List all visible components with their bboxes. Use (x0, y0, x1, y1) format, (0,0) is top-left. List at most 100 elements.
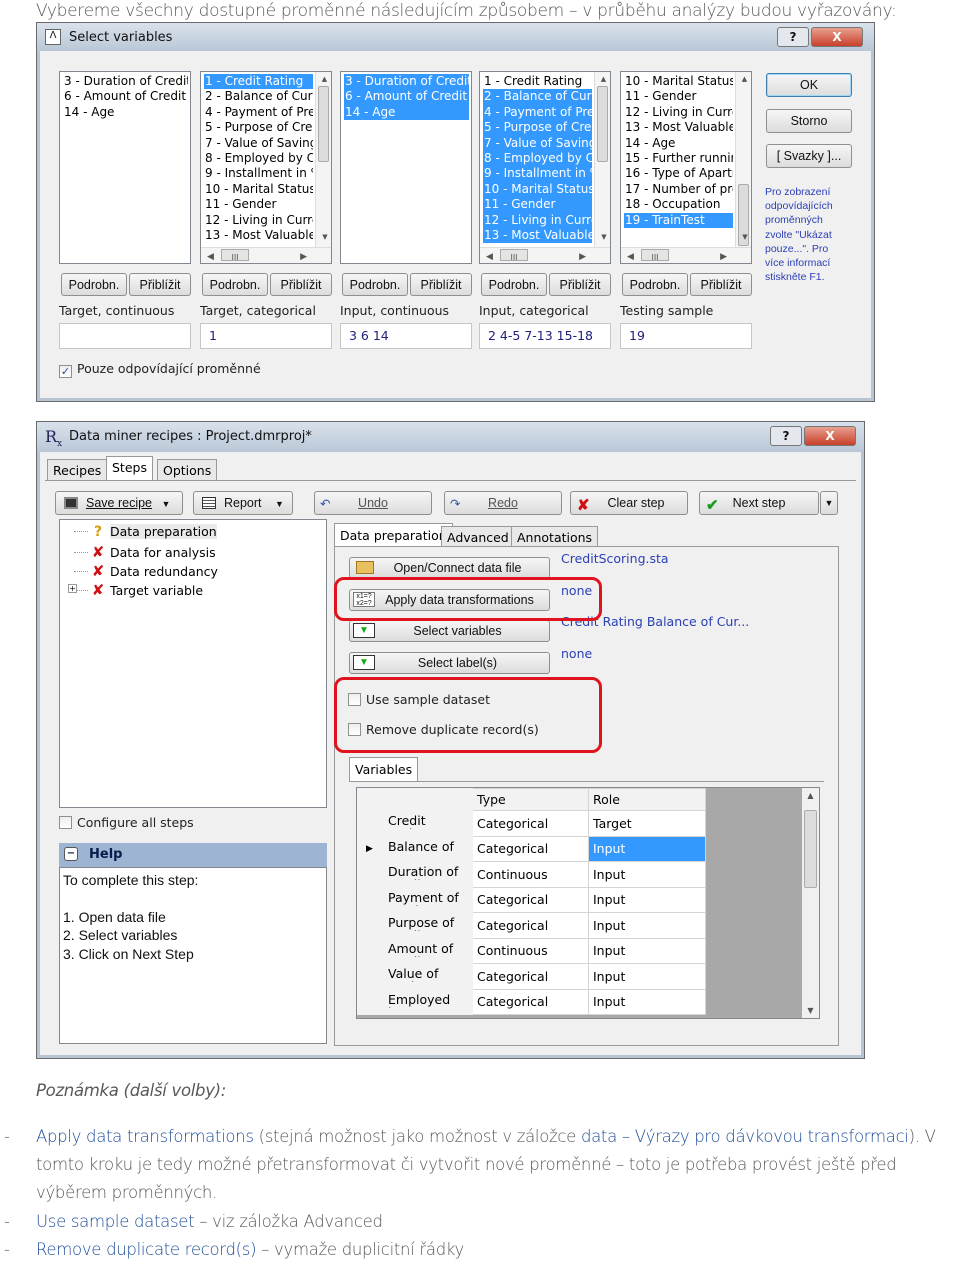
list-item[interactable]: 10 - Marital Status (483, 181, 592, 198)
horizontal-scrollbar[interactable]: ◀ III ▶ (201, 247, 331, 263)
variable-list[interactable]: 10 - Marital Status 11 - Gender 12 - Livin… (620, 71, 752, 264)
role-cell[interactable]: Input (588, 886, 706, 913)
details-button[interactable]: Podrobn. (202, 273, 268, 296)
tree-item[interactable]: ? Data preparation (70, 524, 217, 540)
configure-all-checkbox[interactable]: Configure all steps (59, 815, 194, 830)
list-item[interactable]: 1 - Credit Rating (483, 74, 592, 89)
type-cell[interactable]: Categorical (472, 835, 589, 862)
list-item[interactable]: 10 - Marital Status (204, 182, 313, 197)
field-input[interactable]: 1 (200, 323, 332, 349)
table-row[interactable]: ▶ Balance of Current CategoricalInput (357, 835, 706, 862)
close-button[interactable]: X (811, 27, 863, 47)
list-item[interactable]: 7 - Value of Savings (204, 136, 313, 151)
list-item[interactable]: 15 - Further running (624, 151, 733, 166)
scroll-thumb[interactable]: III (500, 249, 528, 262)
list-item[interactable]: 2 - Balance of Curre (204, 89, 313, 104)
type-cell[interactable]: Categorical (472, 810, 589, 837)
field-input[interactable]: 19 (620, 323, 752, 349)
type-cell[interactable]: Continuous (472, 861, 589, 888)
type-cell[interactable]: Categorical (472, 963, 589, 990)
scroll-down-icon[interactable]: ▼ (317, 230, 331, 245)
role-cell[interactable]: Target (588, 810, 706, 837)
list-item[interactable]: 5 - Purpose of Cred (483, 120, 592, 136)
clear-step-button[interactable]: ✘ Clear step (570, 491, 688, 515)
redo-button[interactable]: ↷ Redo (444, 491, 562, 515)
ok-button[interactable]: OK (766, 73, 852, 97)
field-input[interactable]: 3 6 14 (340, 323, 472, 349)
role-cell[interactable]: Input (588, 835, 706, 862)
list-item[interactable]: 3 - Duration of Credit (63, 74, 188, 89)
horizontal-scrollbar[interactable]: ◀ III ▶ (621, 247, 751, 263)
tab-recipes[interactable]: Recipes (47, 459, 108, 481)
list-item[interactable]: 11 - Gender (204, 197, 313, 212)
table-row[interactable]: Purpose of Credit CategoricalInput (357, 912, 706, 939)
list-item[interactable]: 11 - Gender (624, 89, 733, 104)
details-button[interactable]: Podrobn. (622, 273, 688, 296)
scroll-up-icon[interactable]: ▲ (802, 791, 819, 800)
column-header[interactable]: Role (588, 788, 706, 811)
subtab-data-preparation[interactable]: Data preparation (334, 523, 453, 547)
scroll-right-icon[interactable]: ▶ (579, 250, 586, 263)
zoom-button[interactable]: Přiblížit (129, 273, 191, 296)
scroll-down-icon[interactable]: ▼ (802, 1006, 819, 1015)
list-item[interactable]: 8 - Employed by Cu (483, 151, 592, 167)
grid-scrollbar[interactable]: ▲ ▼ (802, 788, 819, 1018)
details-button[interactable]: Podrobn. (61, 273, 127, 296)
zoom-button[interactable]: Přiblížit (410, 273, 472, 296)
details-button[interactable]: Podrobn. (481, 273, 547, 296)
table-row[interactable]: Credit Rating CategoricalTarget (357, 810, 706, 837)
action-button-2[interactable]: ▼ Select variables (349, 620, 550, 642)
field-input[interactable]: 2 4-5 7-13 15-18 (479, 323, 611, 349)
list-item[interactable]: 19 - TrainTest (624, 212, 733, 229)
list-item[interactable]: 17 - Number of pre (624, 182, 733, 197)
vertical-scrollbar[interactable]: ▲ ▼ (315, 72, 331, 247)
table-row[interactable]: Duration of Credit ContinuousInput (357, 861, 706, 888)
action-button-0[interactable]: Open/Connect data file (349, 557, 550, 579)
scroll-left-icon[interactable]: ◀ (207, 250, 214, 263)
list-item[interactable]: 11 - Gender (483, 197, 592, 213)
tab-variables[interactable]: Variables (349, 757, 419, 782)
scroll-down-icon[interactable]: ▼ (737, 230, 751, 245)
collapse-icon[interactable]: − (64, 847, 78, 861)
list-item[interactable]: 9 - Installment in % (483, 166, 592, 182)
type-cell[interactable]: Categorical (472, 988, 589, 1015)
role-cell[interactable]: Input (588, 937, 706, 964)
list-item[interactable]: 6 - Amount of Credit (63, 89, 188, 104)
scroll-up-icon[interactable]: ▲ (737, 72, 751, 87)
table-row[interactable]: Employed by Current CategoricalInput (357, 988, 706, 1015)
horizontal-scrollbar[interactable]: ◀ III ▶ (480, 247, 610, 263)
action-value[interactable]: CreditScoring.sta (561, 551, 669, 566)
role-cell[interactable]: Input (588, 912, 706, 939)
subtab-advanced[interactable]: Advanced (441, 526, 515, 547)
list-item[interactable]: 14 - Age (624, 136, 733, 151)
tree-item[interactable]: ✘ Data redundancy (70, 562, 218, 580)
help-header[interactable]: − Help (59, 843, 327, 867)
report-button[interactable]: Report ▼ (193, 491, 293, 515)
expand-icon[interactable]: + (68, 584, 77, 593)
list-item[interactable]: 9 - Installment in % (204, 166, 313, 181)
list-item[interactable]: 5 - Purpose of Cred (204, 120, 313, 135)
variable-list[interactable]: 3 - Duration of Credit 6 - Amount of Cred… (340, 71, 472, 264)
list-item[interactable]: 12 - Living in Curren (204, 213, 313, 228)
close-button[interactable]: X (804, 426, 856, 446)
scroll-thumb[interactable] (318, 86, 329, 162)
only-matching-checkbox[interactable]: ✓ Pouze odpovídající proměnné (59, 361, 261, 378)
scroll-thumb[interactable]: III (641, 249, 669, 262)
list-item[interactable]: 2 - Balance of Curre (483, 89, 592, 105)
tree-item[interactable]: + ✘ Target variable (68, 581, 203, 599)
undo-button[interactable]: ↶ Undo (314, 491, 432, 515)
subtab-annotations[interactable]: Annotations (511, 526, 599, 547)
bundles-button[interactable]: [ Svazky ]... (766, 144, 852, 168)
list-item[interactable]: 14 - Age (344, 104, 469, 121)
list-item[interactable]: 8 - Employed by Cu (204, 151, 313, 166)
scroll-thumb[interactable] (597, 86, 608, 162)
scroll-thumb[interactable]: III (221, 249, 249, 262)
scroll-left-icon[interactable]: ◀ (627, 250, 634, 263)
list-item[interactable]: 14 - Age (63, 105, 188, 120)
type-cell[interactable]: Categorical (472, 912, 589, 939)
list-item[interactable]: 18 - Occupation (624, 197, 733, 212)
field-input[interactable] (59, 323, 191, 349)
variable-list[interactable]: 3 - Duration of Credit 6 - Amount of Cred… (59, 71, 191, 264)
list-item[interactable]: 6 - Amount of Credit (344, 89, 469, 105)
tree-item[interactable]: ✘ Data for analysis (70, 543, 216, 561)
